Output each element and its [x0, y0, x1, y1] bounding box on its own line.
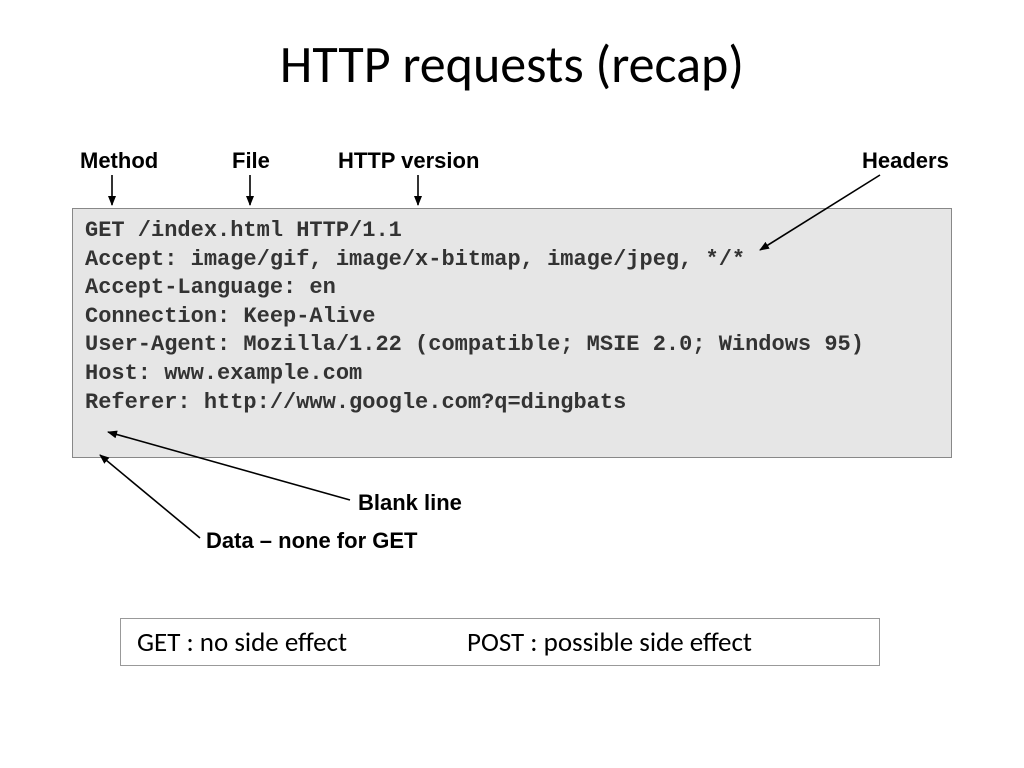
code-line-2: Accept: image/gif, image/x-bitmap, image… — [85, 247, 745, 272]
code-line-6: Host: www.example.com — [85, 361, 362, 386]
arrow-data-none — [100, 455, 200, 538]
label-http-version: HTTP version — [338, 148, 479, 174]
http-request-code: GET /index.html HTTP/1.1 Accept: image/g… — [72, 208, 952, 458]
code-line-4: Connection: Keep-Alive — [85, 304, 375, 329]
code-line-3: Accept-Language: en — [85, 275, 336, 300]
label-method: Method — [80, 148, 158, 174]
code-line-7: Referer: http://www.google.com?q=dingbat… — [85, 390, 626, 415]
label-file: File — [232, 148, 270, 174]
code-line-5: User-Agent: Mozilla/1.22 (compatible; MS… — [85, 332, 864, 357]
label-blank-line: Blank line — [358, 490, 462, 516]
note-post: POST : possible side effect — [467, 626, 752, 659]
note-get: GET : no side effect — [137, 626, 347, 659]
slide-title: HTTP requests (recap) — [0, 32, 1024, 96]
label-data-none: Data – none for GET — [206, 528, 417, 554]
get-post-note: GET : no side effect POST : possible sid… — [120, 618, 880, 666]
code-line-1: GET /index.html HTTP/1.1 — [85, 218, 402, 243]
label-headers: Headers — [862, 148, 949, 174]
